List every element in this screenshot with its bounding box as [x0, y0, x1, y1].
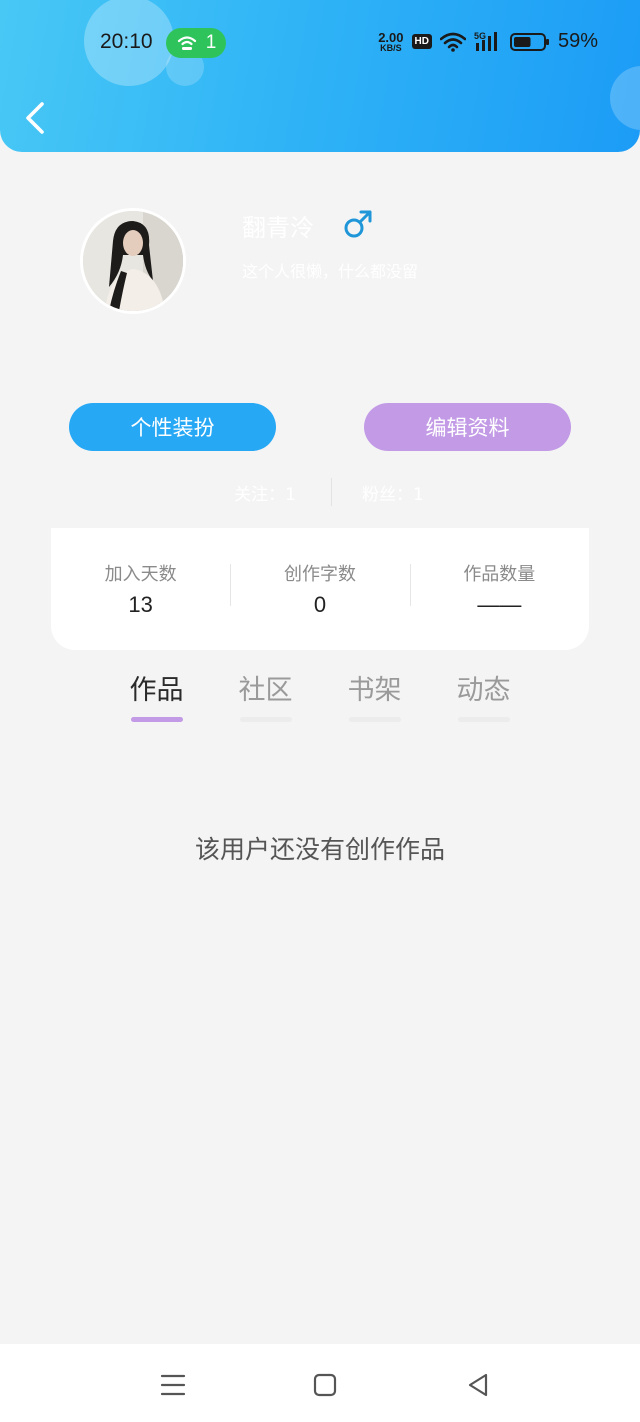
stat-works-count: 作品数量 ——: [409, 560, 589, 618]
stat-label: 作品数量: [463, 564, 536, 585]
tab-label: 书架: [347, 675, 402, 706]
dressup-button[interactable]: 个性装扮: [69, 403, 276, 451]
stats-card: 加入天数 13 创作字数 0 作品数量 ——: [51, 528, 589, 650]
status-time: 20:10: [100, 30, 153, 53]
system-back-button[interactable]: [462, 1368, 496, 1402]
tab-label: 动态: [456, 675, 511, 706]
hotspot-indicator[interactable]: 1: [166, 28, 226, 58]
content-tabs: 作品 社区 书架 动态: [102, 668, 538, 728]
status-icons: 2.00 KB/S HD 5G 59%: [378, 30, 598, 53]
fans-count[interactable]: 粉丝：1: [362, 480, 424, 505]
square-icon: [313, 1373, 337, 1397]
system-nav-bar: [0, 1344, 640, 1422]
tab-bookshelf[interactable]: 书架: [320, 668, 429, 728]
hotspot-icon: [177, 36, 196, 50]
net-speed-unit: KB/S: [380, 42, 402, 53]
tab-label: 作品: [129, 675, 184, 706]
username: 翻青泠: [242, 214, 314, 242]
stat-value: ——: [477, 592, 522, 617]
home-button[interactable]: [308, 1368, 342, 1402]
male-gender-icon: [344, 210, 372, 238]
empty-state-message: 该用户还没有创作作品: [194, 835, 445, 864]
wifi-icon: [439, 32, 466, 52]
hotspot-count: 1: [205, 32, 217, 53]
tab-works[interactable]: 作品: [102, 668, 211, 728]
stat-word-count: 创作字数 0: [230, 560, 409, 618]
network-type-label: 5G: [474, 31, 486, 41]
profile-header: 20:10 1 2.00 KB/S HD 5G 59%: [0, 0, 640, 152]
stat-value: 13: [128, 592, 153, 617]
net-speed: 2.00 KB/S: [378, 31, 403, 53]
tab-indicator: [348, 717, 401, 722]
back-button[interactable]: [18, 98, 54, 138]
avatar[interactable]: [80, 208, 186, 314]
recent-apps-button[interactable]: [156, 1368, 190, 1402]
menu-icon: [160, 1374, 186, 1396]
tab-indicator: [130, 717, 183, 722]
user-bio: 这个人很懒，什么都没留: [242, 262, 419, 281]
net-speed-value: 2.00: [378, 29, 404, 45]
tab-indicator: [239, 717, 292, 722]
decorative-bubble: [610, 66, 640, 130]
social-counts: 关注：1 粉丝：1: [0, 478, 640, 508]
cellular-signal-icon: 5G: [474, 31, 497, 51]
tab-activity[interactable]: 动态: [429, 668, 538, 728]
battery-percent: 59%: [557, 30, 598, 52]
hd-icon: HD: [411, 34, 432, 49]
chevron-left-icon: [26, 102, 44, 134]
following-count[interactable]: 关注：1: [234, 480, 296, 505]
tab-indicator: [457, 717, 510, 722]
social-divider: [331, 478, 332, 506]
stat-label: 加入天数: [104, 564, 177, 585]
stat-join-days: 加入天数 13: [51, 560, 230, 618]
tab-label: 社区: [238, 675, 293, 706]
triangle-back-icon: [468, 1373, 488, 1397]
battery-icon: [509, 32, 549, 51]
edit-profile-button[interactable]: 编辑资料: [364, 403, 571, 451]
avatar-image: [83, 211, 183, 311]
tab-community[interactable]: 社区: [211, 668, 320, 728]
stat-label: 创作字数: [283, 564, 356, 585]
stat-value: 0: [313, 592, 327, 617]
